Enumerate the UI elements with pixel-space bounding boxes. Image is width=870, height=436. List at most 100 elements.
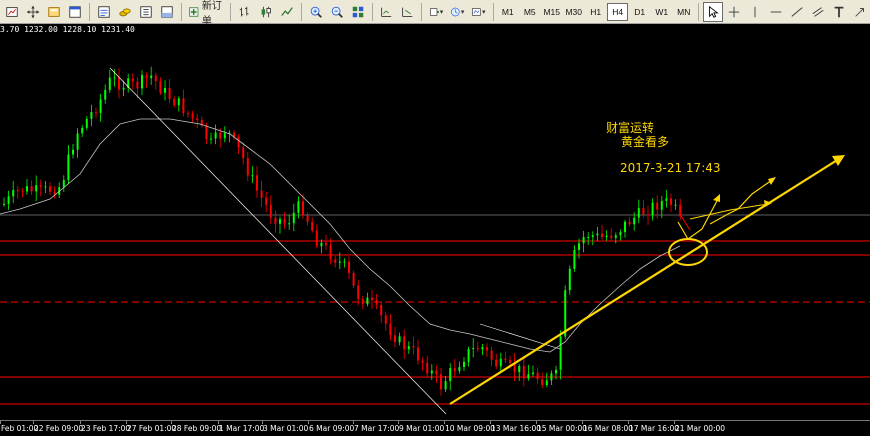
bear-candle: [421, 360, 424, 363]
moving-average-line: [0, 118, 681, 353]
bull-candle: [81, 127, 84, 134]
bull-candle: [35, 184, 38, 192]
timeframe-w1[interactable]: W1: [651, 3, 672, 21]
time-label: 16 Mar 08:00: [583, 424, 634, 433]
bear-candle: [536, 372, 539, 380]
timeframe-h1[interactable]: H1: [585, 3, 606, 21]
bull-candle: [108, 77, 111, 90]
profiles-button[interactable]: [44, 2, 64, 22]
bear-candle: [601, 233, 603, 238]
bull-candle: [674, 204, 677, 206]
periods-button[interactable]: ▾: [447, 2, 467, 22]
bear-candle: [168, 87, 171, 100]
trendline-button[interactable]: [787, 2, 807, 22]
timeframe-m5[interactable]: M5: [519, 3, 540, 21]
bull-candle: [72, 149, 74, 155]
navigator-button[interactable]: [136, 2, 156, 22]
bar-chart-button[interactable]: [235, 2, 255, 22]
horizontal-line-button[interactable]: [766, 2, 786, 22]
profiles-icon: [48, 6, 60, 17]
gold-coins-button[interactable]: [115, 2, 135, 22]
bear-candle: [30, 186, 33, 192]
toolbar-separator: [698, 2, 699, 21]
time-label: 17 Mar 16:00: [629, 424, 680, 433]
vertical-line-button[interactable]: [745, 2, 765, 22]
zoom-in-button[interactable]: [306, 2, 326, 22]
new-order-label: 新订单: [201, 0, 222, 27]
time-label: Feb 01:00: [1, 424, 39, 433]
window-button[interactable]: [65, 2, 85, 22]
bear-candle: [145, 75, 148, 79]
bear-candle: [476, 348, 479, 350]
indicators-button[interactable]: ▾: [426, 2, 446, 22]
bull-candle: [76, 133, 79, 150]
shift-end-button[interactable]: [397, 2, 417, 22]
line-chart-button[interactable]: [277, 2, 297, 22]
bull-candle: [637, 208, 640, 218]
time-label: 21 Mar 00:00: [675, 424, 726, 433]
bull-candle: [458, 367, 461, 371]
market-watch-button[interactable]: [94, 2, 114, 22]
terminal-button[interactable]: [157, 2, 177, 22]
annotation-datetime: 2017-3-21 17:43: [620, 161, 721, 175]
bull-candle: [288, 223, 291, 225]
bear-candle: [196, 118, 199, 120]
timeframe-m15[interactable]: M15: [541, 3, 562, 21]
bear-candle: [315, 230, 318, 247]
timeframe-h4[interactable]: H4: [607, 2, 629, 21]
timeframe-mn[interactable]: MN: [673, 3, 694, 21]
channel-icon: [812, 6, 824, 17]
scroll-end-button[interactable]: [376, 2, 396, 22]
crosshair-move-button[interactable]: [23, 2, 43, 22]
bull-candle: [587, 236, 590, 238]
price-chart[interactable]: 3.70 1232.00 1228.10 1231.40 财富运转 黄金看多 2…: [0, 24, 870, 420]
tile-windows-button[interactable]: [348, 2, 368, 22]
indicators-icon: [430, 7, 440, 16]
bear-candle: [361, 298, 364, 305]
annotation-gold-bullish: 黄金看多: [621, 135, 670, 149]
arrow-button[interactable]: [850, 2, 870, 22]
bull-candle: [545, 380, 548, 386]
zoom-out-button[interactable]: [327, 2, 347, 22]
crosshair-button[interactable]: [724, 2, 744, 22]
bull-candle: [7, 196, 10, 204]
bear-candle: [371, 297, 373, 301]
timeframe-d1[interactable]: D1: [629, 3, 650, 21]
crosshair-icon: [728, 6, 740, 17]
bear-candle: [191, 113, 194, 119]
time-label: 23 Feb 17:00: [81, 424, 131, 433]
new-chart-button[interactable]: [2, 2, 22, 22]
bull-candle: [141, 75, 143, 89]
bear-candle: [504, 358, 507, 361]
candle-chart-icon: [261, 6, 271, 17]
bull-candle: [338, 261, 341, 263]
templates-button[interactable]: ▾: [468, 2, 488, 22]
navigator-icon: [140, 5, 152, 18]
new-order-button[interactable]: 新订单: [185, 1, 226, 27]
text-icon: [834, 6, 844, 17]
bull-candle: [223, 133, 226, 139]
bear-candle: [265, 197, 268, 205]
channel-button[interactable]: [808, 2, 828, 22]
cursor-button[interactable]: [702, 1, 723, 22]
time-label: 6 Mar 09:00: [309, 424, 355, 433]
bull-candle: [467, 349, 470, 362]
candle-chart-button[interactable]: [256, 2, 276, 22]
time-label: 27 Feb 01:00: [127, 424, 177, 433]
bull-candle: [550, 373, 553, 381]
bear-candle: [95, 112, 97, 114]
periods-icon: [451, 7, 460, 16]
timeframe-m1[interactable]: M1: [497, 3, 518, 21]
shift-end-icon: [402, 7, 413, 17]
time-label: 9 Mar 01:00: [399, 424, 445, 433]
crosshair-move-icon: [26, 5, 40, 18]
timeframe-m30[interactable]: M30: [563, 3, 584, 21]
bull-candle: [499, 358, 502, 367]
zoom-out-icon: [331, 6, 343, 18]
bear-candle: [21, 190, 24, 192]
bear-candle: [269, 204, 272, 218]
bull-candle: [449, 368, 452, 382]
bear-candle: [495, 359, 498, 367]
text-button[interactable]: [829, 2, 849, 22]
bear-candle: [219, 132, 222, 139]
